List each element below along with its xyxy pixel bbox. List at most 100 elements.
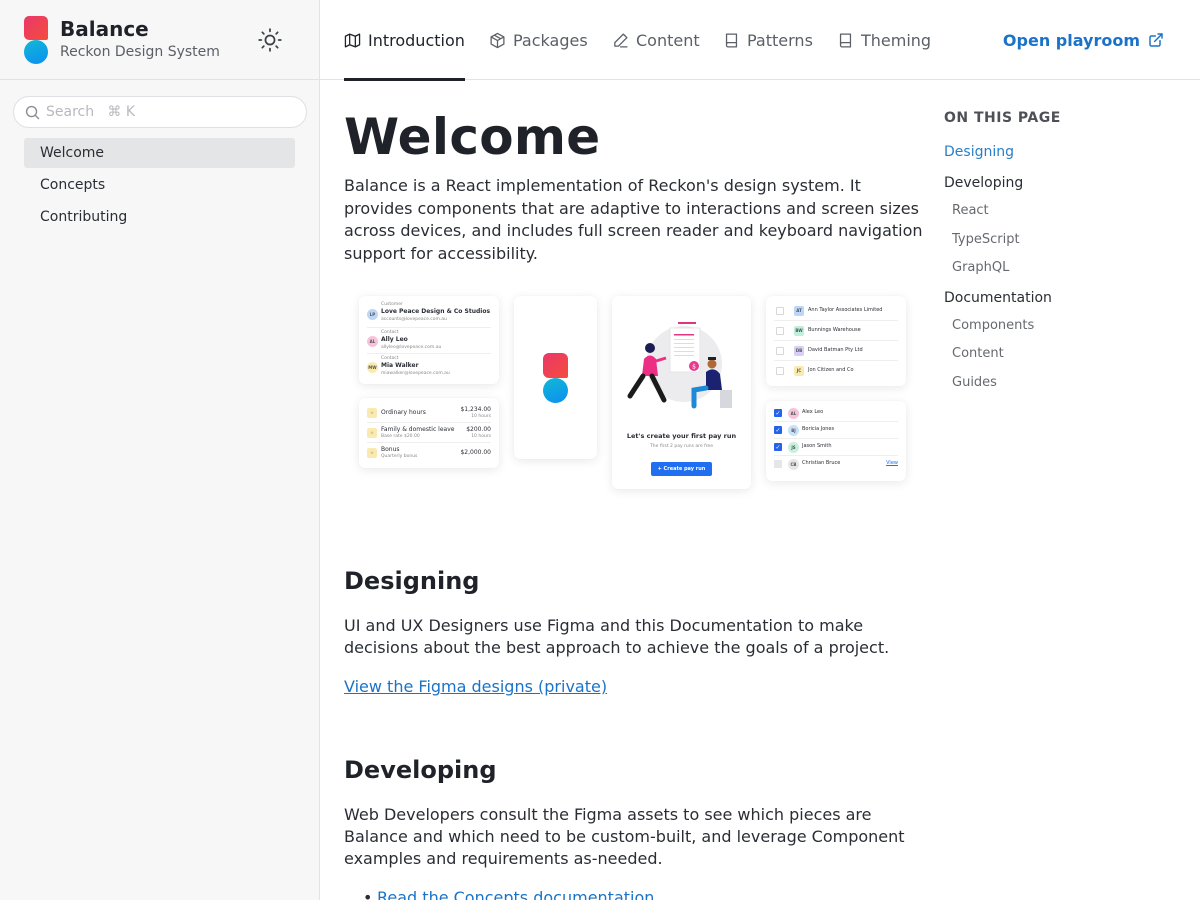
sidebar-item-welcome[interactable]: Welcome xyxy=(24,138,295,168)
checkbox-checked: ✓ xyxy=(774,426,782,434)
checkbox xyxy=(776,327,784,335)
avatar: MW xyxy=(367,362,378,373)
person-row: CB Christian Bruce View xyxy=(774,456,898,473)
tab-introduction[interactable]: Introduction xyxy=(344,0,465,81)
company-row: JC Jon Citizen and Co xyxy=(774,361,898,381)
theme-toggle-button[interactable] xyxy=(257,27,283,53)
sun-icon xyxy=(258,28,282,52)
toc-item-typescript[interactable]: TypeScript xyxy=(944,232,1174,261)
person-name: Alex Leo xyxy=(802,409,824,415)
playroom-label: Open playroom xyxy=(1002,30,1140,50)
pay-item-label: Ordinary hours xyxy=(381,409,426,416)
checkbox xyxy=(776,347,784,355)
developing-paragraph: Web Developers consult the Figma assets … xyxy=(344,805,905,868)
open-playroom-link[interactable]: Open playroom xyxy=(1003,0,1164,80)
toc-item-documentation[interactable]: Documentation xyxy=(944,289,1174,318)
figma-designs-link[interactable]: View the Figma designs (private) xyxy=(344,677,607,696)
svg-text:$: $ xyxy=(692,364,696,371)
people-card: ✓ AL Alex Leo ✓ BJ Boricia Jones ✓ JS Ja… xyxy=(766,401,906,481)
company-row: DB David Batman Pty Ltd xyxy=(774,341,898,361)
table-of-contents: ON THIS PAGE Designing Developing React … xyxy=(944,110,1174,403)
search-icon xyxy=(25,105,40,120)
package-icon xyxy=(490,32,505,48)
designing-heading: Designing xyxy=(344,567,480,595)
book-icon xyxy=(839,32,852,48)
tab-label: Patterns xyxy=(747,30,813,50)
book-icon xyxy=(725,32,738,48)
contact-name: Mia Walker xyxy=(381,362,419,369)
company-row: AT Ann Taylor Associates Limited xyxy=(774,301,898,321)
contact-row: MW Contact Mia Walker miawalker@lovepeac… xyxy=(367,354,491,380)
pay-run-title: Let's create your first pay run xyxy=(626,432,737,440)
toc-item-graphql[interactable]: GraphQL xyxy=(944,260,1174,289)
person-row: ✓ AL Alex Leo xyxy=(774,405,898,422)
sidebar: Balance Reckon Design System Welcome Con… xyxy=(0,0,320,900)
person-avatar: AL xyxy=(788,408,799,419)
tab-label: Packages xyxy=(513,30,588,50)
person-avatar: BJ xyxy=(788,425,799,436)
pay-run-illustration: $ xyxy=(627,322,732,409)
contact-role: Contact xyxy=(381,356,399,361)
tab-label: Introduction xyxy=(368,30,465,50)
brand-title[interactable]: Balance xyxy=(60,17,149,41)
person-row: ✓ BJ Boricia Jones xyxy=(774,422,898,439)
concepts-doc-link[interactable]: Read the Concepts documentation xyxy=(363,888,654,900)
sidebar-item-concepts[interactable]: Concepts xyxy=(24,170,295,200)
pay-item-row: ☆ Ordinary hours $1,234.00 10 hours xyxy=(367,403,491,423)
tab-content[interactable]: Content xyxy=(612,0,700,80)
avatar: LP xyxy=(367,309,378,320)
logo-square xyxy=(543,353,568,378)
person-avatar: CB xyxy=(788,459,799,470)
pay-item-label: Family & domestic leave xyxy=(381,426,455,433)
external-link-icon xyxy=(1149,33,1163,47)
page-title: Welcome xyxy=(344,108,601,166)
person-name: Boricia Jones xyxy=(802,426,835,432)
person-avatar: JS xyxy=(788,442,799,453)
star-icon: ☆ xyxy=(367,428,377,438)
contact-name: Ally Leo xyxy=(381,336,408,343)
balance-logo[interactable] xyxy=(24,16,48,64)
search-input[interactable] xyxy=(46,100,296,124)
logo-square xyxy=(24,16,48,40)
pay-item-sub: Base rate $20.00 xyxy=(381,434,420,439)
contact-row: AL Contact Ally Leo allyleo@lovepeace.co… xyxy=(367,328,491,354)
sidebar-item-contributing[interactable]: Contributing xyxy=(24,202,295,232)
create-pay-run-button: + Create pay run xyxy=(651,462,712,476)
tab-packages[interactable]: Packages xyxy=(489,0,588,80)
toc-item-developing[interactable]: Developing xyxy=(944,174,1174,203)
tab-patterns[interactable]: Patterns xyxy=(723,0,813,80)
search-box[interactable] xyxy=(13,96,307,128)
pay-item-amount: $1,234.00 xyxy=(460,406,491,413)
contact-email: accounts@lovepeace.com.au xyxy=(381,317,447,322)
star-icon: ☆ xyxy=(367,448,377,458)
avatar: AL xyxy=(367,336,378,347)
company-avatar: BW xyxy=(794,326,804,336)
logo-circle xyxy=(543,378,568,403)
checkbox xyxy=(776,307,784,315)
pay-item-hours: 10 hours xyxy=(471,414,491,419)
top-navigation: Introduction Packages Content Patterns T… xyxy=(320,0,1200,81)
sidebar-nav: Welcome Concepts Contributing xyxy=(24,138,295,234)
toc-item-react[interactable]: React xyxy=(944,203,1174,232)
person-name: Jason Smith xyxy=(802,443,832,449)
toc-item-designing[interactable]: Designing xyxy=(944,143,1174,174)
person-row: ✓ JS Jason Smith xyxy=(774,439,898,456)
pay-item-row: ☆ Family & domestic leave Base rate $20.… xyxy=(367,423,491,443)
brand-subtitle: Reckon Design System xyxy=(60,44,220,60)
company-row: BW Bunnings Warehouse xyxy=(774,321,898,341)
company-name: Ann Taylor Associates Limited xyxy=(808,307,883,313)
tab-label: Theming xyxy=(861,30,932,50)
toc-item-guides[interactable]: Guides xyxy=(944,375,1174,404)
toc-item-content[interactable]: Content xyxy=(944,346,1174,375)
toc-item-components[interactable]: Components xyxy=(944,318,1174,347)
company-name: Bunnings Warehouse xyxy=(808,327,861,333)
checkbox-checked: ✓ xyxy=(774,409,782,417)
logo-circle xyxy=(24,40,48,64)
tab-theming[interactable]: Theming xyxy=(837,0,931,80)
pay-item-sub: Quarterly bonus xyxy=(381,454,418,459)
person-name: Christian Bruce xyxy=(802,460,841,466)
map-icon xyxy=(344,32,361,48)
hero-illustration: LP Customer Love Peace Design & Co Studi… xyxy=(344,290,924,510)
contact-role: Contact xyxy=(381,330,399,335)
brand-header: Balance Reckon Design System xyxy=(0,0,319,80)
